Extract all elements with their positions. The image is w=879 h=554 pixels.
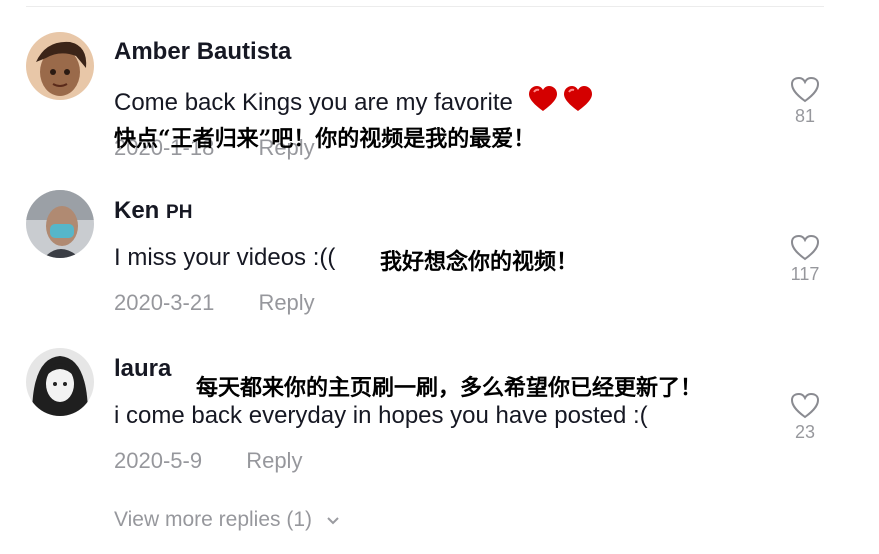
comment-meta: 2020-3-21 Reply [114, 290, 315, 316]
avatar[interactable] [26, 348, 94, 416]
username-suffix: PH [166, 202, 193, 223]
reply-button[interactable]: Reply [258, 290, 314, 315]
heart-emoji-icon [528, 86, 594, 121]
like-button[interactable]: 23 [782, 392, 828, 443]
comment-date: 2020-3-21 [114, 290, 215, 315]
username[interactable]: laura [114, 355, 171, 383]
divider [26, 6, 824, 7]
comment-date: 2020-5-9 [114, 448, 203, 473]
translation-overlay: 快点“王者归来”吧！你的视频是我的最爱！ [114, 126, 536, 152]
view-more-label: View more replies (1) [114, 508, 313, 531]
heart-outline-icon [790, 76, 820, 103]
like-count: 81 [794, 106, 816, 126]
like-count: 23 [794, 422, 816, 442]
heart-outline-icon [790, 392, 820, 419]
comment-text: Come back Kings you are my favorite [114, 86, 594, 121]
comment-text-content: Come back Kings you are my favorite [114, 88, 513, 116]
comment-meta: 2020-5-9 Reply [114, 448, 302, 474]
heart-outline-icon [790, 234, 820, 261]
translation-overlay: 我好想念你的视频！ [380, 249, 579, 275]
view-more-replies-button[interactable]: View more replies (1) [114, 508, 340, 532]
comment-text: I miss your videos :(( [114, 244, 336, 271]
translation-overlay: 每天都来你的主页刷一刷，多么希望你已经更新了！ [196, 375, 703, 401]
avatar[interactable] [26, 190, 94, 258]
like-button[interactable]: 81 [782, 76, 828, 127]
comment-text: i come back everyday in hopes you have p… [114, 402, 648, 429]
like-count: 117 [790, 264, 820, 284]
like-button[interactable]: 117 [782, 234, 828, 285]
chevron-down-icon [326, 508, 340, 532]
reply-button[interactable]: Reply [246, 448, 302, 473]
username-main: Ken [114, 197, 160, 224]
avatar[interactable] [26, 32, 94, 100]
username[interactable]: Amber Bautista [114, 38, 291, 66]
username[interactable]: Ken PH [114, 197, 192, 225]
